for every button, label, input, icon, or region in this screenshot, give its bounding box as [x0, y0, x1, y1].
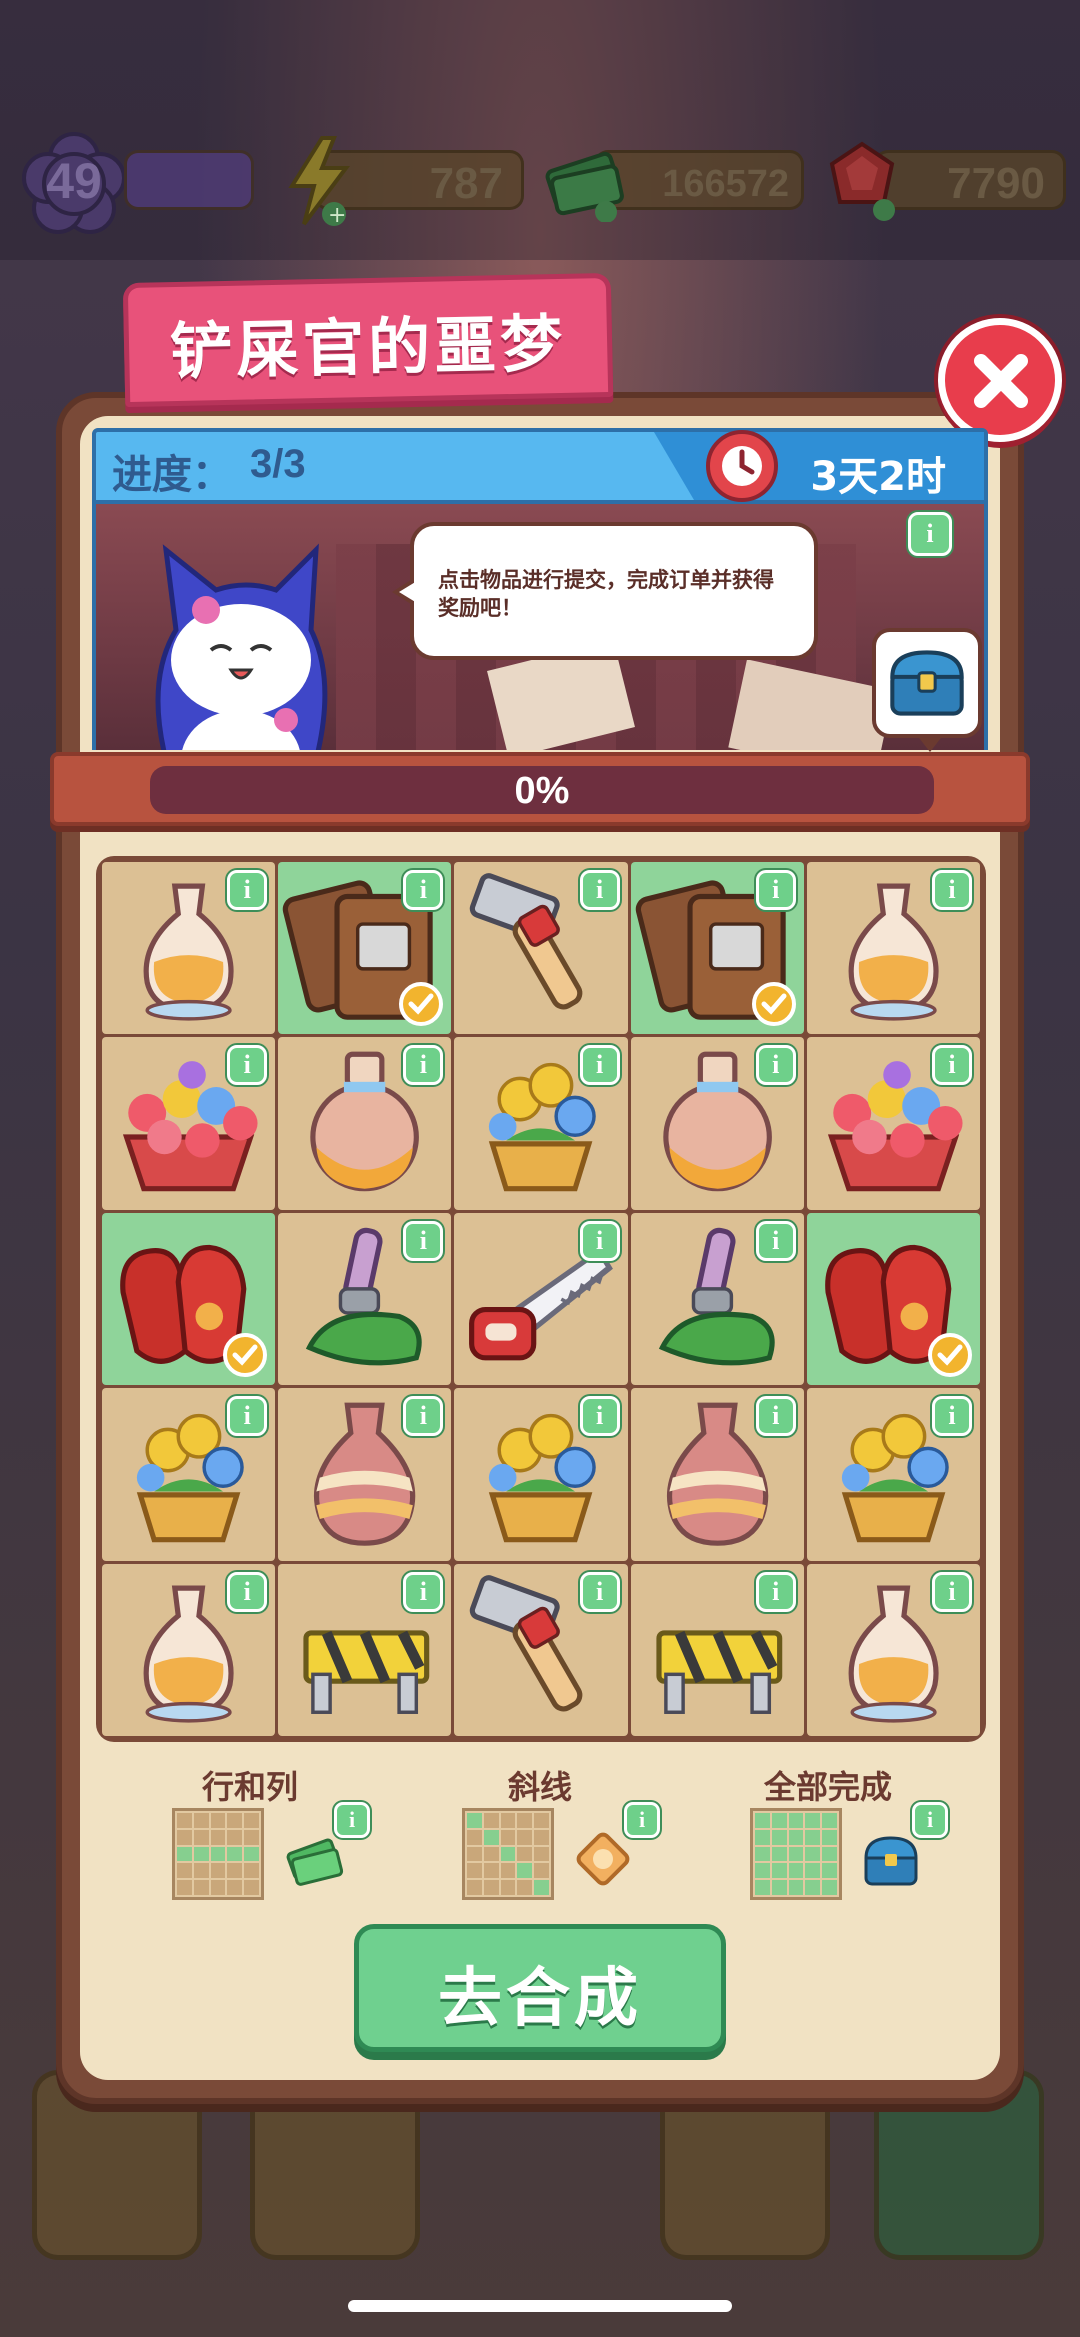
grid-cell[interactable]: i: [806, 1388, 980, 1561]
mini-grid-full: [750, 1808, 842, 1900]
grid-cell[interactable]: i: [806, 1037, 980, 1210]
grid-cell[interactable]: i: [278, 1388, 452, 1561]
progress-label: 进度：: [112, 452, 232, 498]
go-merge-label: 去合成: [438, 1962, 642, 2036]
xp-bar: [124, 150, 254, 210]
cash-stack-icon: [545, 151, 624, 222]
grid-cell[interactable]: i: [454, 1037, 628, 1210]
top-hud: 49 787 + 166572 7790: [14, 128, 1066, 234]
info-button[interactable]: i: [755, 1396, 796, 1437]
info-button[interactable]: i: [403, 1045, 444, 1086]
grid-cell[interactable]: i: [630, 1388, 804, 1561]
scene-paper: [728, 659, 894, 750]
clock-icon: [706, 430, 778, 502]
reward-info-button[interactable]: i: [334, 1802, 370, 1838]
info-button[interactable]: i: [755, 1220, 796, 1261]
reward-info-button[interactable]: i: [912, 1802, 948, 1838]
info-button[interactable]: i: [931, 1571, 972, 1612]
energy-value: 787: [429, 159, 503, 208]
timer-segment: 3天2时: [654, 430, 984, 502]
checkmark-icon: [751, 982, 796, 1027]
level-badge[interactable]: 49: [18, 128, 130, 240]
checkmark-icon: [223, 1333, 268, 1378]
progress-value: 3/3: [250, 442, 306, 486]
grid-cell[interactable]: i: [102, 862, 276, 1035]
grid-cell[interactable]: i: [806, 862, 980, 1035]
info-button[interactable]: i: [931, 1396, 972, 1437]
reward-rows-columns: 行和列 i: [120, 1762, 380, 1942]
progress-bar-text: 0%: [514, 770, 570, 812]
home-indicator[interactable]: [348, 2300, 732, 2312]
info-button[interactable]: i: [403, 1396, 444, 1437]
close-button[interactable]: [938, 318, 1062, 442]
info-button[interactable]: i: [579, 1571, 620, 1612]
info-button[interactable]: i: [579, 1045, 620, 1086]
checkmark-icon: [927, 1333, 972, 1378]
progress-bar-track: 0%: [150, 766, 934, 814]
grid-cell[interactable]: i: [278, 862, 452, 1035]
info-button[interactable]: i: [579, 870, 620, 910]
checkmark-icon: [399, 982, 444, 1027]
grid-cell[interactable]: i: [102, 1563, 276, 1736]
info-button[interactable]: i: [755, 870, 796, 910]
grid-cell[interactable]: i: [278, 1563, 452, 1736]
cash-value: 166572: [662, 163, 789, 205]
info-button[interactable]: i: [931, 870, 972, 910]
go-merge-button[interactable]: 去合成: [354, 1924, 726, 2052]
grid-cell[interactable]: i: [630, 862, 804, 1035]
level-value: 49: [46, 153, 102, 209]
grid-cell[interactable]: [806, 1212, 980, 1386]
reward-all-complete: 全部完成 i: [698, 1762, 958, 1942]
mini-grid-diagonal: [462, 1808, 554, 1900]
timer-text: 3天2时: [810, 454, 946, 500]
info-button[interactable]: i: [755, 1045, 796, 1086]
grid-cell[interactable]: i: [278, 1212, 452, 1386]
info-button[interactable]: i: [931, 1045, 972, 1086]
grid-cell[interactable]: i: [806, 1563, 980, 1736]
info-button[interactable]: i: [579, 1396, 620, 1437]
info-button[interactable]: i: [227, 870, 268, 910]
progress-bar: 0%: [50, 752, 1030, 826]
info-button[interactable]: i: [579, 1220, 620, 1261]
bingo-grid: i i i i i i i i i i i i i i i i i i i i i i i: [96, 856, 986, 1742]
gem-value: 7790: [947, 159, 1045, 208]
reward-info-button[interactable]: i: [624, 1802, 660, 1838]
grid-cell[interactable]: i: [278, 1037, 452, 1210]
grid-cell[interactable]: i: [630, 1212, 804, 1386]
chest-reward-bubble[interactable]: [872, 628, 982, 752]
grid-cell[interactable]: i: [454, 1388, 628, 1561]
info-button[interactable]: i: [227, 1396, 268, 1437]
progress-header: 进度： 3/3 3天2时: [92, 428, 988, 504]
grid-cell[interactable]: i: [630, 1563, 804, 1736]
grid-cell[interactable]: i: [102, 1388, 276, 1561]
grid-cell[interactable]: i: [630, 1037, 804, 1210]
info-button[interactable]: i: [403, 1571, 444, 1612]
mini-grid-rows-cols: [172, 1808, 264, 1900]
svg-text:+: +: [328, 203, 346, 226]
grid-cell[interactable]: i: [454, 1212, 628, 1386]
info-button[interactable]: i: [227, 1045, 268, 1086]
grid-cell[interactable]: i: [454, 862, 628, 1035]
grid-cell[interactable]: [102, 1212, 276, 1386]
info-button[interactable]: i: [755, 1571, 796, 1612]
gem-counter[interactable]: 7790: [874, 150, 1066, 210]
reward-diagonal: 斜线 i: [410, 1762, 670, 1942]
grid-cell[interactable]: i: [102, 1037, 276, 1210]
info-button[interactable]: i: [403, 1220, 444, 1261]
title-banner: 铲屎官的噩梦: [122, 272, 614, 408]
scene-info-button[interactable]: i: [908, 512, 952, 556]
chest-icon: [890, 650, 964, 716]
ruby-icon: [829, 141, 895, 221]
grid-cell[interactable]: i: [454, 1563, 628, 1736]
popup-title: 铲屎官的噩梦: [169, 306, 567, 389]
energy-bolt-icon: +: [288, 136, 350, 226]
speech-bubble: 点击物品进行提交，完成订单并获得奖励吧！: [392, 522, 818, 660]
close-icon: [974, 354, 1028, 408]
info-button[interactable]: i: [403, 870, 444, 910]
info-button[interactable]: i: [227, 1571, 268, 1612]
cat-character: [155, 543, 328, 750]
